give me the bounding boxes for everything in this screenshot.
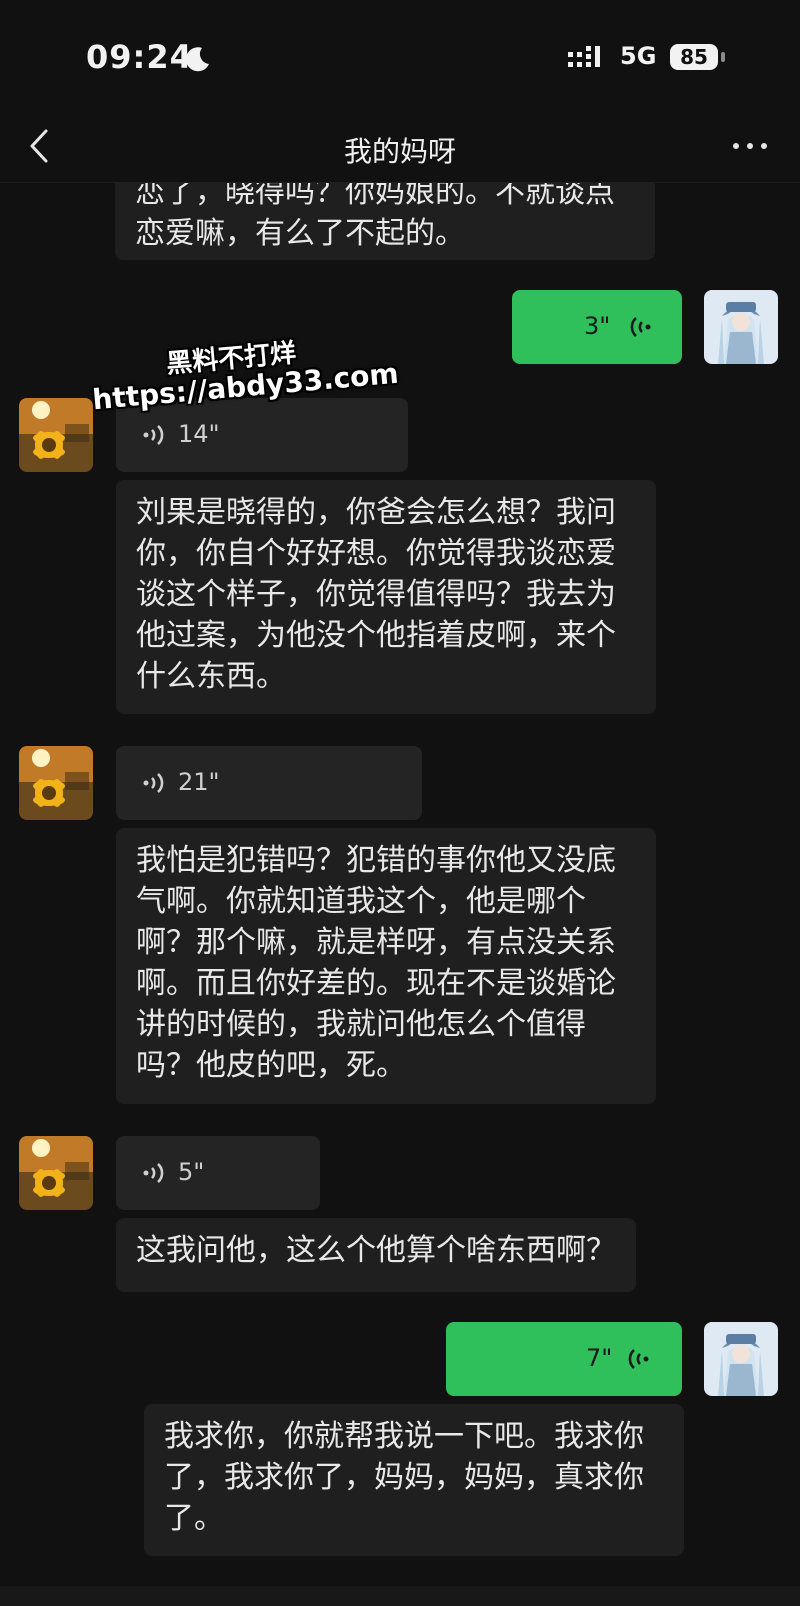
voice-duration: 14" xyxy=(178,420,220,448)
voice-wave-icon xyxy=(630,317,651,337)
chat-title: 我的妈呀 xyxy=(343,135,456,168)
voice-duration: 21" xyxy=(178,768,220,796)
sunflower-avatar-image xyxy=(19,398,93,472)
sunflower-avatar-image xyxy=(19,746,93,820)
contact-avatar[interactable] xyxy=(19,746,93,820)
incoming-voice-message[interactable]: 5" xyxy=(116,1136,320,1210)
incoming-voice-message[interactable]: 21" xyxy=(116,746,422,820)
battery-tip xyxy=(721,52,725,62)
outgoing-voice-message[interactable]: 3" xyxy=(512,290,682,364)
transcript-text: 刘果是晓得的，你爸会怎么想？我问你，你自个好好想。你觉得我谈恋爱谈这个样子，你觉… xyxy=(136,495,616,694)
input-bar-edge xyxy=(0,1586,800,1606)
voice-transcript-bubble[interactable]: 刘果是晓得的，你爸会怎么想？我问你，你自个好好想。你觉得我谈恋爱谈这个样子，你觉… xyxy=(116,480,656,714)
voice-transcript-bubble[interactable]: 这我问他，这么个他算个啥东西啊？ xyxy=(116,1218,636,1292)
transcript-text: 我怕是犯错吗？犯错的事你他又没底气啊。你就知道我这个，他是哪个啊？那个嘛，就是样… xyxy=(136,843,616,1083)
message-text: 恋了，晓得吗？你妈娘的。不就谈点恋爱嘛，有么了不起的。 xyxy=(135,175,615,251)
voice-duration: 3" xyxy=(584,312,611,340)
contact-avatar[interactable] xyxy=(19,398,93,472)
more-options-icon[interactable] xyxy=(730,134,770,158)
transcript-text: 我求你，你就帮我说一下吧。我求你了，我求你了，妈妈，妈妈，真求你了。 xyxy=(164,1419,644,1536)
chat-header: 我的妈呀 xyxy=(0,110,800,183)
network-label: 5G xyxy=(620,42,657,70)
contact-avatar[interactable] xyxy=(19,1136,93,1210)
transcript-text: 这我问他，这么个他算个啥东西啊？ xyxy=(136,1233,616,1268)
voice-wave-icon xyxy=(143,1163,164,1183)
voice-wave-icon xyxy=(628,1349,649,1369)
signal-icon xyxy=(568,46,600,67)
status-time: 09:24 xyxy=(86,38,193,76)
voice-duration: 5" xyxy=(178,1158,205,1186)
outgoing-voice-message[interactable]: 7" xyxy=(446,1322,682,1396)
moon-icon xyxy=(185,47,209,72)
voice-transcript-bubble[interactable]: 我求你，你就帮我说一下吧。我求你了，我求你了，妈妈，妈妈，真求你了。 xyxy=(144,1404,684,1556)
sunflower-avatar-image xyxy=(19,1136,93,1210)
anime-avatar-image xyxy=(704,1322,778,1396)
voice-duration: 7" xyxy=(586,1344,613,1372)
anime-avatar-image xyxy=(704,290,778,364)
voice-transcript-bubble[interactable]: 我怕是犯错吗？犯错的事你他又没底气啊。你就知道我这个，他是哪个啊？那个嘛，就是样… xyxy=(116,828,656,1104)
voice-wave-icon xyxy=(143,425,164,445)
status-bar: 09:24 5G 85 xyxy=(0,0,800,110)
my-avatar[interactable] xyxy=(704,1322,778,1396)
my-avatar[interactable] xyxy=(704,290,778,364)
battery-indicator: 85 xyxy=(670,44,718,70)
voice-wave-icon xyxy=(143,773,164,793)
